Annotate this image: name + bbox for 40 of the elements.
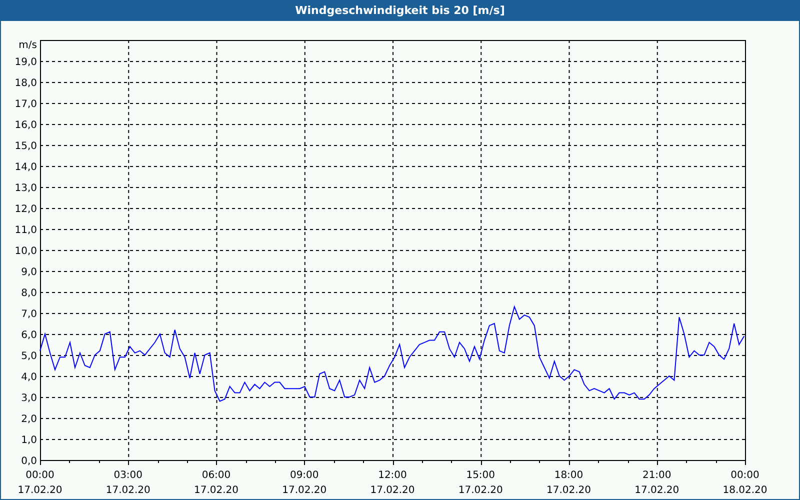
y-axis-label: 3,0 xyxy=(21,393,37,404)
x-axis-date-label: 17.02.20 xyxy=(546,485,592,496)
y-axis-unit: m/s xyxy=(18,40,37,51)
y-axis-label: 13,0 xyxy=(14,183,37,194)
y-axis-label: 11,0 xyxy=(14,225,37,236)
y-axis-label: 19,0 xyxy=(14,57,37,68)
x-axis-date-label: 18.02.20 xyxy=(722,485,768,496)
y-axis-label: 12,0 xyxy=(14,204,37,215)
x-axis-label: 15:00 xyxy=(466,470,496,481)
y-axis-label: 16,0 xyxy=(14,120,37,131)
x-axis-label: 12:00 xyxy=(378,470,407,481)
x-axis-date-label: 17.02.20 xyxy=(370,485,415,496)
y-axis-label: 7,0 xyxy=(21,309,37,320)
y-axis-label: 10,0 xyxy=(14,246,37,257)
x-axis-date-label: 17.02.20 xyxy=(18,485,62,496)
y-axis-label: 17,0 xyxy=(14,99,37,110)
x-axis-label: 00:00 xyxy=(730,470,760,481)
x-axis-label: 18:00 xyxy=(554,470,584,481)
x-axis-label: 00:00 xyxy=(26,470,54,481)
x-axis-date-label: 17.02.20 xyxy=(634,485,680,496)
y-axis-label: 5,0 xyxy=(21,351,37,362)
y-axis-label: 1,0 xyxy=(21,435,37,446)
y-axis-label: 18,0 xyxy=(14,78,37,89)
y-axis-label: 9,0 xyxy=(21,267,37,278)
x-axis-date-label: 17.02.20 xyxy=(282,485,327,496)
y-axis-label: 4,0 xyxy=(21,372,37,383)
y-axis-label: 2,0 xyxy=(21,414,37,425)
x-axis-label: 21:00 xyxy=(642,470,672,481)
chart-title: Windgeschwindigkeit bis 20 [m/s] xyxy=(295,4,505,17)
x-axis-date-label: 17.02.20 xyxy=(106,485,150,496)
y-axis-label: 15,0 xyxy=(14,141,37,152)
y-axis-label: 8,0 xyxy=(21,288,37,299)
y-axis-label: 14,0 xyxy=(14,162,37,173)
x-axis-date-label: 17.02.20 xyxy=(458,485,503,496)
x-axis-label: 06:00 xyxy=(202,470,231,481)
y-axis-label: 6,0 xyxy=(21,330,37,341)
x-axis-date-label: 17.02.20 xyxy=(194,485,239,496)
x-axis-label: 09:00 xyxy=(290,470,319,481)
y-axis-label: 0,0 xyxy=(21,456,37,467)
x-axis-label: 03:00 xyxy=(114,470,143,481)
